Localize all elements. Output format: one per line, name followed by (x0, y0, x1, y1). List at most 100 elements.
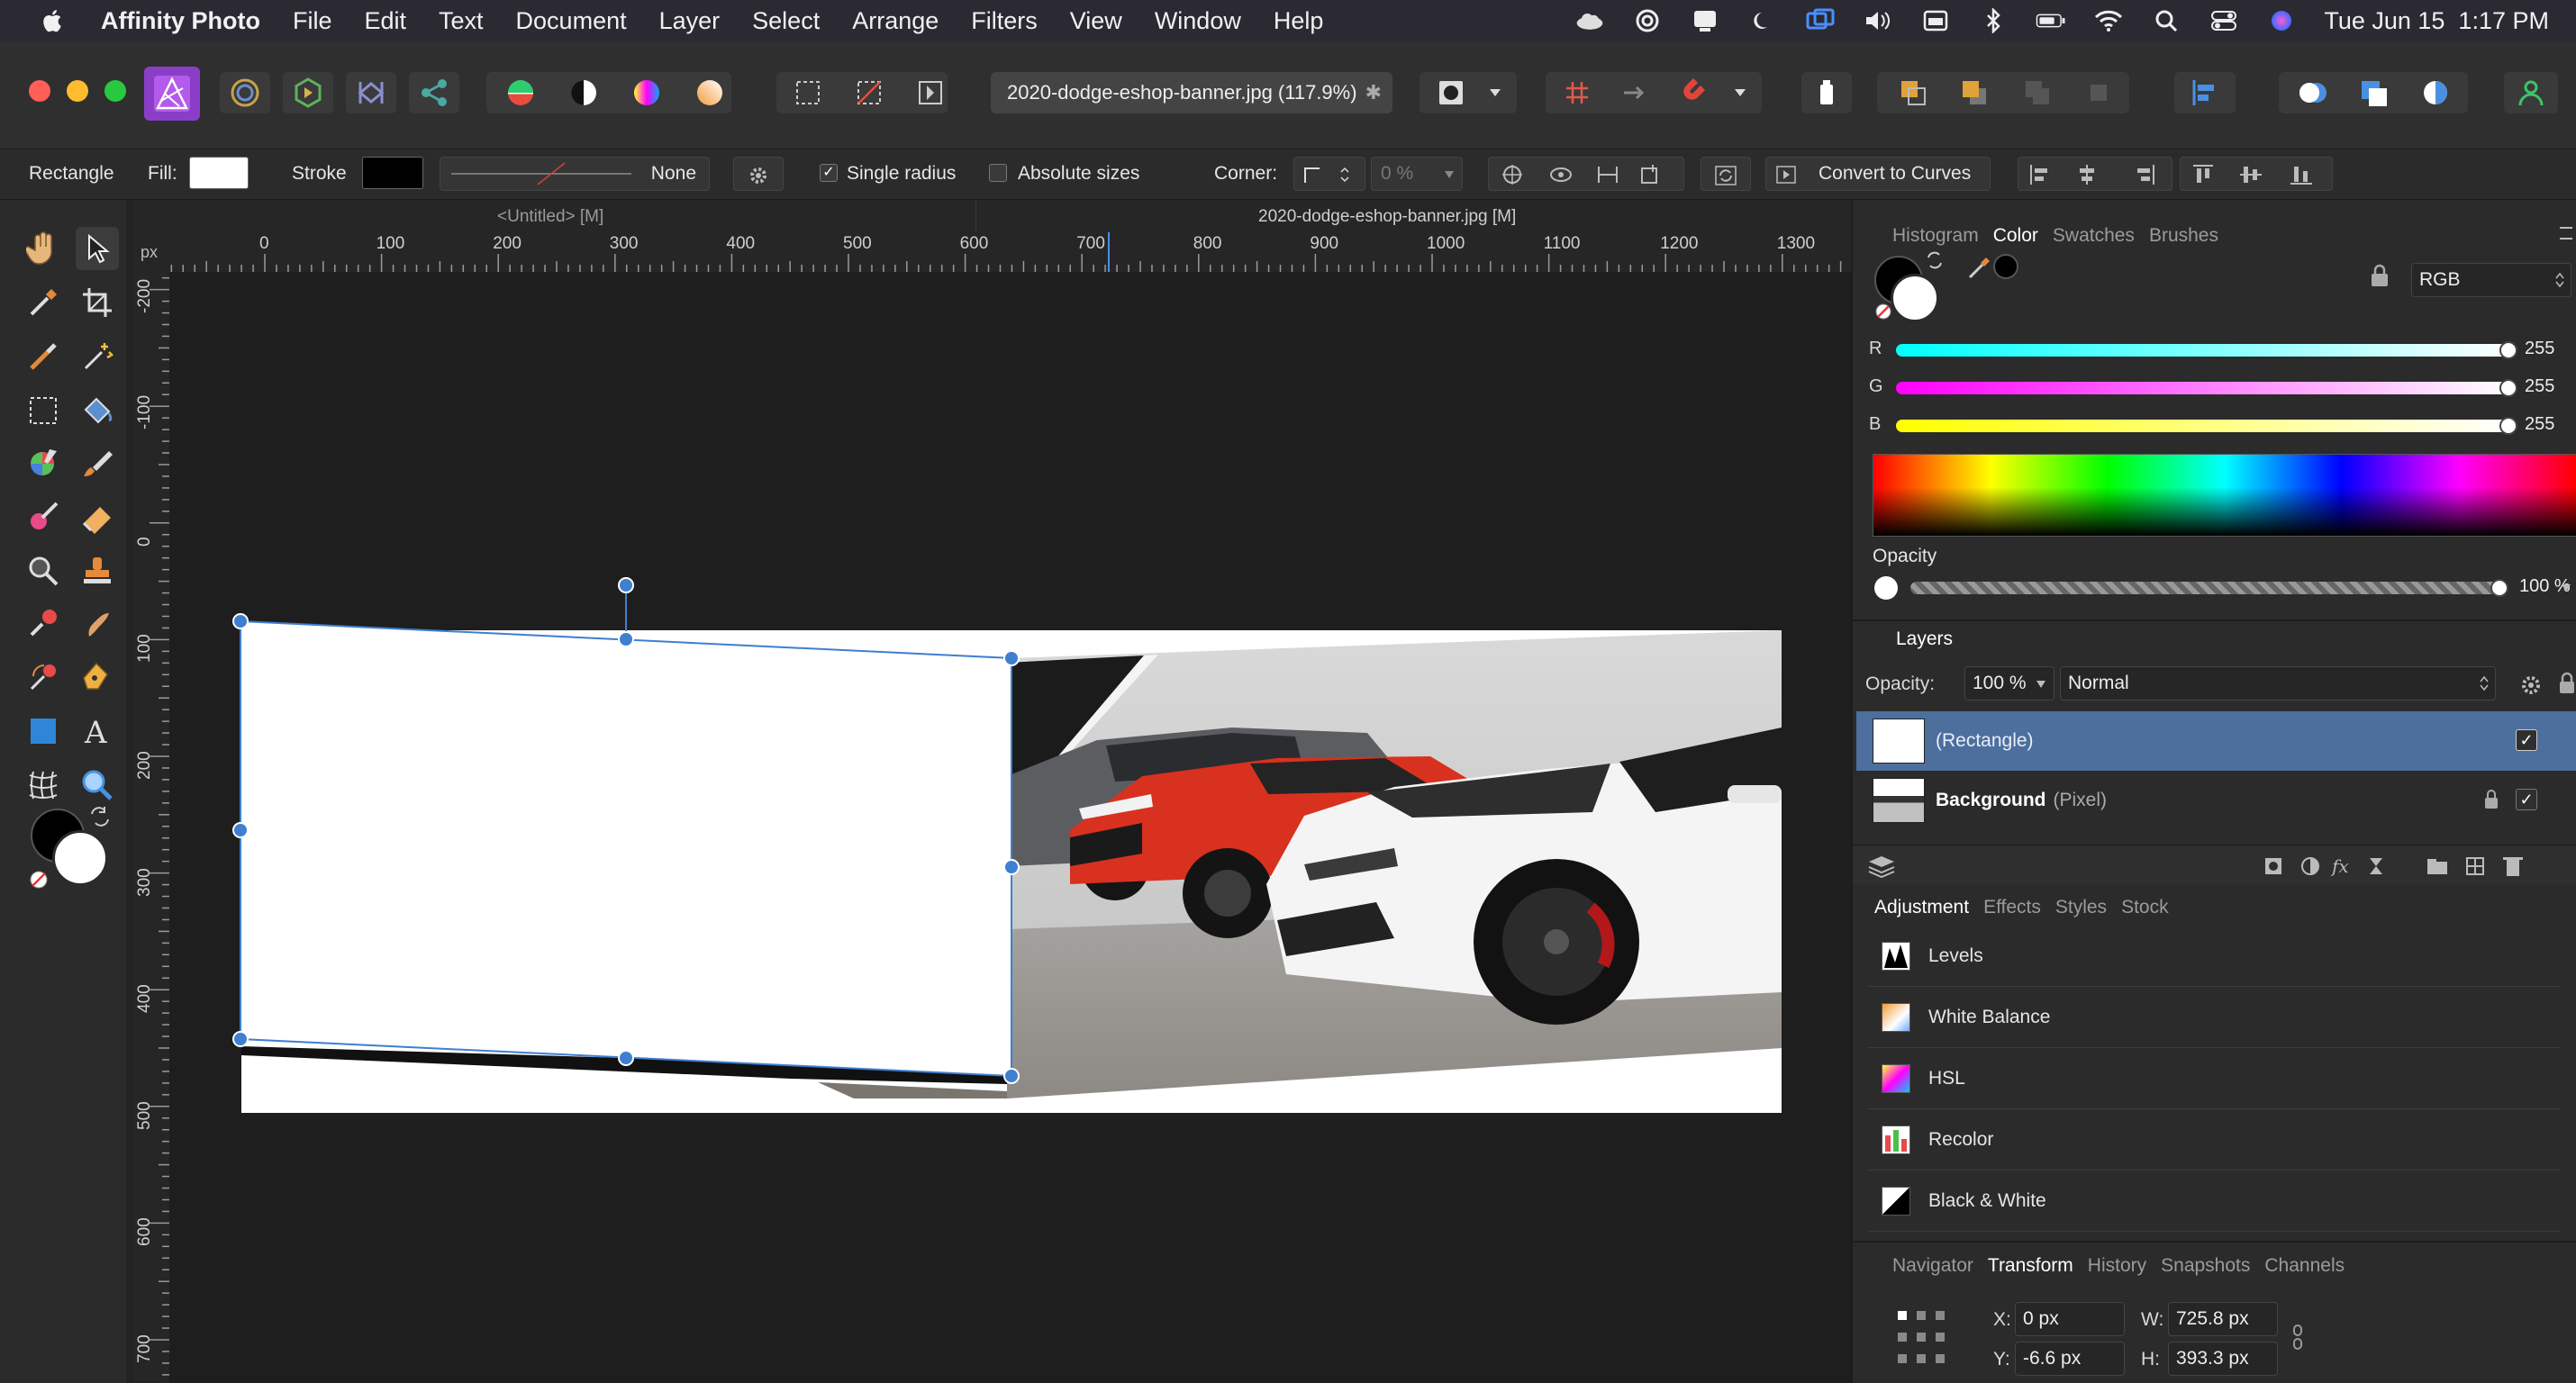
convert-to-curves-button[interactable]: Convert to Curves (1765, 157, 1991, 191)
zoom-tool-icon[interactable] (76, 764, 119, 807)
develop-persona-icon[interactable] (283, 72, 333, 113)
move-forward-one-icon[interactable] (2012, 72, 2063, 113)
calendar-icon[interactable] (1920, 8, 1951, 33)
moon-icon[interactable] (1747, 8, 1778, 33)
color-picker-tool-icon[interactable] (22, 281, 65, 324)
tab-snapshots[interactable]: Snapshots (2161, 1255, 2250, 1277)
marquee-select-icon[interactable] (787, 72, 829, 113)
bluetooth-icon[interactable] (1978, 8, 2009, 33)
tab-history[interactable]: History (2088, 1255, 2146, 1277)
color-panel-swap-icon[interactable] (1925, 250, 1945, 275)
document-tab[interactable]: 2020-dodge-eshop-banner.jpg (117.9%) ✱ (991, 72, 1392, 113)
tab-untitled[interactable]: <Untitled> [M] (133, 200, 976, 232)
panel-menu-icon[interactable] (2560, 227, 2572, 240)
menubar-clock[interactable]: Tue Jun 15 1:17 PM (2324, 7, 2549, 35)
battery-icon[interactable] (2036, 8, 2066, 33)
tab-styles[interactable]: Styles (2055, 897, 2107, 918)
stroke-swatch[interactable] (362, 157, 423, 189)
tab-brushes[interactable]: Brushes (2149, 225, 2218, 247)
tab-swatches[interactable]: Swatches (2053, 225, 2135, 247)
align-icon[interactable] (2174, 72, 2236, 113)
stroke-style-box[interactable]: None (440, 157, 710, 191)
tab-active-document[interactable]: 2020-dodge-eshop-banner.jpg [M] (977, 200, 1852, 232)
transform-refresh-button[interactable] (1701, 157, 1751, 191)
g-slider[interactable] (1896, 382, 2514, 394)
trash-clipboard-icon[interactable] (1801, 72, 1852, 113)
layers-stack-icon[interactable] (1867, 854, 1896, 878)
flood-fill-bucket-icon[interactable] (76, 389, 119, 432)
control-center-icon[interactable] (2209, 8, 2239, 33)
intersect-boolean-icon[interactable] (2410, 72, 2461, 113)
minimize-window-button[interactable] (67, 80, 88, 102)
erase-brush-icon[interactable] (76, 495, 119, 538)
tab-color[interactable]: Color (1993, 225, 2038, 247)
white-balance-icon[interactable] (686, 72, 733, 113)
wifi-icon[interactable] (2093, 8, 2124, 33)
flood-select-wand-icon[interactable] (76, 335, 119, 378)
layer-lock-icon[interactable] (2483, 789, 2499, 816)
paint-mixer-brush-icon[interactable] (22, 441, 65, 484)
eyedropper-icon[interactable] (1966, 254, 1993, 285)
menu-document[interactable]: Document (516, 7, 627, 35)
ruler-top[interactable]: 0 100 200 300 400 500 600 700 800 900 1000 1100 1200… (133, 232, 1852, 272)
paint-brush-tool-icon[interactable] (76, 441, 119, 484)
hsl-icon[interactable] (623, 72, 670, 113)
menu-edit[interactable]: Edit (364, 7, 406, 35)
dodge-brush-icon[interactable] (22, 495, 65, 538)
absolute-sizes-checkbox[interactable] (989, 164, 1007, 182)
layer-settings-gear-icon[interactable] (2519, 673, 2543, 701)
text-tool-icon[interactable]: A (76, 710, 119, 753)
fill-swatch[interactable] (189, 157, 249, 189)
app-name-menu[interactable]: Affinity Photo (101, 7, 260, 35)
notification-icon[interactable] (1690, 8, 1720, 33)
blend-mode-select[interactable]: Normal (2060, 666, 2496, 701)
menu-file[interactable]: File (293, 7, 332, 35)
menu-window[interactable]: Window (1155, 7, 1241, 35)
assistant-icon[interactable] (2504, 72, 2558, 113)
b-slider-knob[interactable] (2499, 417, 2517, 435)
r-slider[interactable] (1896, 344, 2514, 357)
menu-text[interactable]: Text (439, 7, 484, 35)
x-input[interactable]: 0 px (2015, 1302, 2125, 1336)
opacity-slider-knob[interactable] (2490, 579, 2508, 597)
opacity-slider[interactable] (1910, 582, 2505, 594)
deselect-icon[interactable] (848, 72, 890, 113)
red-eye-tool-icon[interactable] (22, 601, 65, 645)
move-tool-pointer-icon[interactable] (76, 227, 119, 270)
volume-icon[interactable] (1863, 8, 1893, 33)
zoom-lens-tool-icon[interactable] (22, 549, 65, 592)
adjustment-item-recolor[interactable]: Recolor (1867, 1109, 2561, 1171)
tab-transform[interactable]: Transform (1988, 1255, 2073, 1277)
screen-mirror-icon[interactable] (1805, 8, 1836, 33)
layer-visibility-checkbox[interactable]: ✓ (2516, 789, 2537, 810)
view-tool-hand-icon[interactable] (22, 227, 65, 270)
tab-histogram[interactable]: Histogram (1892, 225, 1979, 247)
document-tab-close-icon[interactable]: ✱ (1365, 81, 1382, 104)
invert-selection-icon[interactable] (910, 72, 951, 113)
color-wheel-icon[interactable] (497, 72, 544, 113)
swap-colors-icon[interactable] (88, 805, 112, 833)
selection-brush-tool-icon[interactable] (22, 335, 65, 378)
layer-visibility-checkbox[interactable]: ✓ (2516, 729, 2537, 751)
anchor-point-selector[interactable] (1885, 1306, 1957, 1375)
rectangle-tool-icon[interactable] (22, 710, 65, 753)
opacity-dropdown-chevron-icon[interactable] (2561, 583, 2571, 592)
no-color-icon[interactable] (29, 870, 49, 894)
picked-color-dot[interactable] (1993, 254, 2018, 279)
layers-panel-title[interactable]: Layers (1896, 628, 1953, 650)
snap-arrow-icon[interactable] (1612, 72, 1657, 113)
g-slider-knob[interactable] (2499, 379, 2517, 397)
corner-value-input[interactable]: 0 % (1371, 157, 1463, 191)
move-to-front-icon[interactable] (2073, 72, 2124, 113)
export-persona-icon[interactable] (409, 72, 459, 113)
move-back-one-icon[interactable] (1949, 72, 2000, 113)
tab-stock[interactable]: Stock (2121, 897, 2169, 918)
b-value[interactable]: 255 (2525, 414, 2554, 435)
tab-channels[interactable]: Channels (2264, 1255, 2345, 1277)
h-input[interactable]: 393.3 px (2168, 1342, 2278, 1376)
menu-help[interactable]: Help (1274, 7, 1324, 35)
crop-tool-icon[interactable] (76, 281, 119, 324)
adjustment-item-hsl[interactable]: HSL (1867, 1048, 2561, 1109)
search-icon[interactable] (2151, 8, 2181, 33)
ruler-left[interactable]: -300-200-1000100200300400500600700 (133, 272, 169, 1383)
